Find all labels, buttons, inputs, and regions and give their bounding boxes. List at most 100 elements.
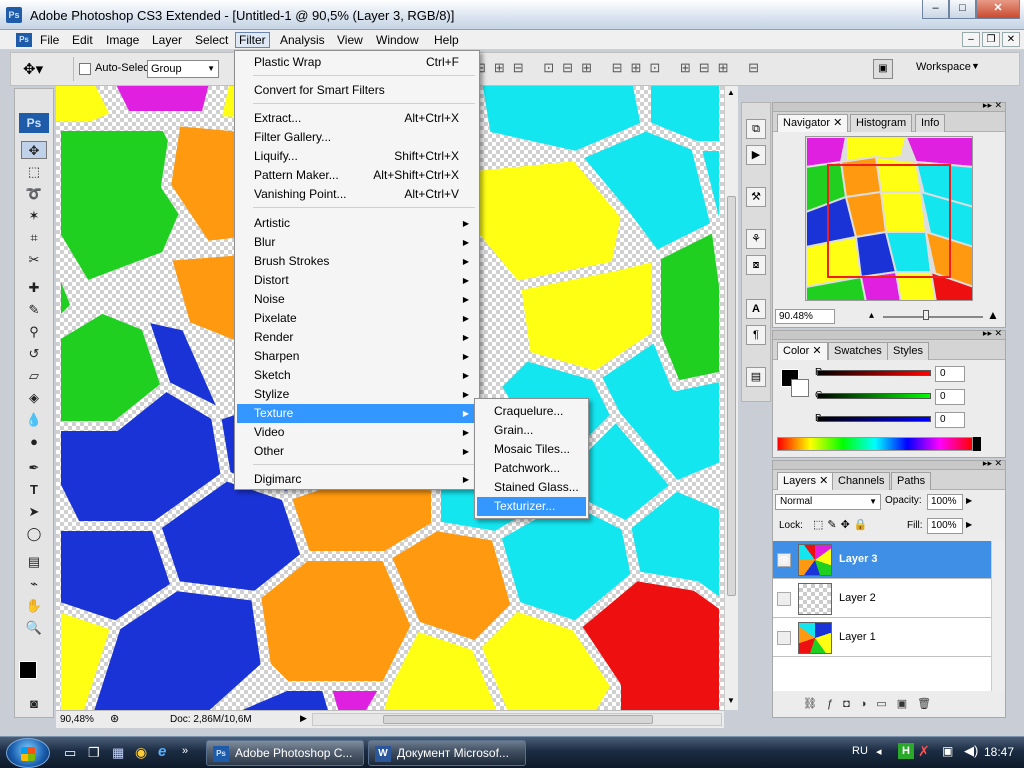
taskbar-photoshop-button[interactable]: Ps Adobe Photoshop C... <box>206 740 364 766</box>
blend-mode-dropdown[interactable]: Normal ▼ <box>775 494 881 510</box>
close-button[interactable]: ✕ <box>976 0 1020 19</box>
actions-panel-icon[interactable]: ▶ <box>746 145 766 165</box>
clock[interactable]: 18:47 <box>984 745 1014 759</box>
navigator-zoom-field[interactable]: 90.48% <box>775 309 835 324</box>
chrome-icon[interactable]: ◉ <box>135 744 147 761</box>
tab-info[interactable]: Info <box>915 114 946 132</box>
character-panel-icon[interactable]: A <box>746 299 766 319</box>
tab-channels[interactable]: Channels <box>832 472 891 490</box>
layer-comps-icon[interactable]: ▤ <box>746 367 766 387</box>
status-options-icon[interactable]: ⊛ <box>110 712 119 725</box>
window-switcher-icon[interactable]: ❐ <box>88 745 100 761</box>
menu-item-plastic-wrap[interactable]: Plastic Wrap Ctrl+F <box>237 53 477 72</box>
menu-item-grain[interactable]: Grain... <box>477 421 586 440</box>
paint-bucket-tool-icon[interactable]: ◈ <box>21 389 47 407</box>
path-selection-tool-icon[interactable]: ➤ <box>21 503 47 521</box>
move-tool-icon[interactable]: ✥ <box>21 141 47 159</box>
menu-layer[interactable]: Layer <box>149 32 185 48</box>
menu-item-digimarc[interactable]: Digimarc ▶ <box>237 470 477 489</box>
menu-item-brush-strokes[interactable]: Brush Strokes ▶ <box>237 252 477 271</box>
volume-icon[interactable]: ◀) <box>964 743 978 759</box>
clone-source-icon[interactable]: ⧇ <box>746 255 766 275</box>
menu-item-sharpen[interactable]: Sharpen ▶ <box>237 347 477 366</box>
menu-item-mosaic-tiles[interactable]: Mosaic Tiles... <box>477 440 586 459</box>
color-ramp[interactable] <box>777 437 973 451</box>
hand-tool-icon[interactable]: ✋ <box>21 597 47 615</box>
menu-item-pattern-maker[interactable]: Pattern Maker... Alt+Shift+Ctrl+X <box>237 166 477 185</box>
tab-histogram[interactable]: Histogram <box>850 114 913 132</box>
slice-tool-icon[interactable]: ✂ <box>21 251 47 269</box>
layer-row[interactable]: Layer 2 <box>773 580 1005 618</box>
save-quicklaunch-icon[interactable]: ▦ <box>112 745 124 761</box>
dodge-tool-icon[interactable]: ● <box>21 433 47 451</box>
marquee-tool-icon[interactable]: ⬚ <box>21 163 47 181</box>
menu-item-stylize[interactable]: Stylize ▶ <box>237 385 477 404</box>
menu-item-patchwork[interactable]: Patchwork... <box>477 459 586 478</box>
menu-window[interactable]: Window <box>373 32 422 48</box>
menu-item-texture[interactable]: Texture ▶ <box>237 404 477 423</box>
eye-icon[interactable]: 👁 <box>777 553 791 567</box>
tab-color[interactable]: Color ✕ <box>777 342 828 360</box>
auto-select-dropdown[interactable]: Group ▼ <box>147 60 219 78</box>
menu-help[interactable]: Help <box>431 32 462 48</box>
menu-item-other[interactable]: Other ▶ <box>237 442 477 461</box>
layer-row[interactable]: 👁 Layer 3 <box>773 541 1005 579</box>
language-indicator[interactable]: RU <box>852 745 868 757</box>
notes-tool-icon[interactable]: ▤ <box>21 553 47 571</box>
doc-restore-button[interactable]: ❐ <box>982 32 1000 47</box>
tool-presets-icon[interactable]: ⚒ <box>746 187 766 207</box>
start-button[interactable] <box>6 738 50 768</box>
zoom-in-icon[interactable]: ▲ <box>987 308 999 322</box>
eyedropper-tool-icon[interactable]: ⌁ <box>21 575 47 593</box>
history-panel-icon[interactable]: ⧉ <box>746 119 766 139</box>
network-icon[interactable]: ▣ <box>942 744 953 758</box>
menu-item-filter-gallery[interactable]: Filter Gallery... <box>237 128 477 147</box>
tray-app-icon[interactable]: H <box>898 743 914 759</box>
brush-tool-icon[interactable]: ✎ <box>21 301 47 319</box>
fill-field[interactable]: 100% <box>927 518 963 534</box>
menu-analysis[interactable]: Analysis <box>277 32 328 48</box>
clone-stamp-tool-icon[interactable]: ⚲ <box>21 323 47 341</box>
menu-view[interactable]: View <box>334 32 366 48</box>
vertical-scroll-thumb[interactable] <box>727 196 736 596</box>
zoom-level[interactable]: 90,48% <box>60 714 94 725</box>
layers-scrollbar[interactable] <box>991 541 1005 691</box>
menu-item-liquify[interactable]: Liquify... Shift+Ctrl+X <box>237 147 477 166</box>
menu-item-render[interactable]: Render ▶ <box>237 328 477 347</box>
show-desktop-icon[interactable]: ▭ <box>64 745 76 761</box>
healing-brush-tool-icon[interactable]: ✚ <box>21 279 47 297</box>
layer-row[interactable]: Layer 1 <box>773 619 1005 657</box>
align-buttons-group[interactable]: ⊟⊞⊟ ⊡⊟⊞ ⊟⊞⊡ ⊞⊟⊞ ⊟ <box>475 60 767 76</box>
background-color-swatch[interactable] <box>791 379 809 397</box>
tray-antivirus-icon[interactable]: ✗ <box>918 743 930 760</box>
menu-file[interactable]: File <box>37 32 62 48</box>
menu-item-vanishing-point[interactable]: Vanishing Point... Alt+Ctrl+V <box>237 185 477 204</box>
menu-item-distort[interactable]: Distort ▶ <box>237 271 477 290</box>
menu-item-texturizer[interactable]: Texturizer... <box>477 497 586 516</box>
g-value-field[interactable]: 0 <box>935 389 965 405</box>
workspace-button[interactable]: Workspace <box>916 61 971 73</box>
tab-paths[interactable]: Paths <box>891 472 932 490</box>
pen-tool-icon[interactable]: ✒ <box>21 459 47 477</box>
scroll-up-arrow[interactable]: ▲ <box>727 88 735 97</box>
eye-icon[interactable] <box>777 592 791 606</box>
menu-item-noise[interactable]: Noise ▶ <box>237 290 477 309</box>
zoom-slider-thumb[interactable] <box>923 310 929 320</box>
paragraph-panel-icon[interactable]: ¶ <box>746 325 766 345</box>
fill-arrow-icon[interactable]: ▶ <box>966 520 972 529</box>
tray-expand-icon[interactable]: ◂ <box>876 745 882 758</box>
move-tool-preset-icon[interactable]: ✥▾ <box>23 60 43 78</box>
scroll-down-arrow[interactable]: ▼ <box>727 696 735 705</box>
menu-item-artistic[interactable]: Artistic ▶ <box>237 214 477 233</box>
g-slider[interactable] <box>817 393 931 399</box>
doc-close-button[interactable]: ✕ <box>1002 32 1020 47</box>
history-brush-tool-icon[interactable]: ↺ <box>21 345 47 363</box>
horizontal-scrollbar[interactable] <box>312 713 722 726</box>
eye-icon[interactable] <box>777 631 791 645</box>
menu-item-extract[interactable]: Extract... Alt+Ctrl+X <box>237 109 477 128</box>
vertical-scrollbar[interactable]: ▲ ▼ <box>724 86 738 710</box>
blur-tool-icon[interactable]: 💧 <box>21 411 47 429</box>
foreground-color-swatch[interactable] <box>19 661 37 679</box>
lasso-tool-icon[interactable]: ➰ <box>21 185 47 203</box>
type-tool-icon[interactable]: T <box>21 481 47 499</box>
